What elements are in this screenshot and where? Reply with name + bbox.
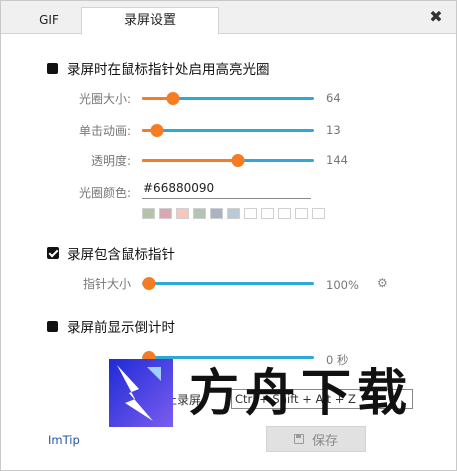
opacity-value: 144	[326, 153, 348, 167]
color-swatch[interactable]	[159, 208, 172, 219]
countdown-section-label: 录屏前显示倒计时	[67, 320, 175, 336]
highlight-toggle-indicator[interactable]	[47, 62, 58, 74]
color-swatch[interactable]	[193, 208, 206, 219]
close-icon[interactable]: ✖	[428, 9, 444, 25]
slider-thumb[interactable]	[142, 277, 156, 290]
countdown-toggle-indicator[interactable]	[47, 320, 58, 332]
color-swatches	[142, 208, 325, 219]
click-animation-value: 13	[326, 123, 341, 137]
color-swatch[interactable]	[142, 208, 155, 219]
slider-fill	[142, 159, 239, 162]
color-swatch[interactable]	[278, 208, 291, 219]
color-swatch[interactable]	[295, 208, 308, 219]
settings-window: GIF 录屏设置 ✖ 录屏时在鼠标指针处启用高亮光圈 光圈大小: 64 单击动画…	[0, 0, 457, 471]
halo-color-input[interactable]: #66880090	[142, 179, 311, 199]
halo-size-slider[interactable]	[142, 91, 314, 105]
color-swatch[interactable]	[227, 208, 240, 219]
save-button-label: 保存	[311, 433, 338, 449]
slider-track	[142, 129, 314, 132]
tab-bar: GIF 录屏设置 ✖	[1, 1, 456, 35]
slider-thumb[interactable]	[150, 124, 164, 137]
tab-record-settings[interactable]: 录屏设置	[81, 7, 219, 35]
click-animation-label: 单击动画:	[78, 124, 131, 138]
click-animation-slider[interactable]	[142, 123, 314, 137]
slider-thumb[interactable]	[166, 92, 180, 105]
cursor-size-slider[interactable]	[142, 276, 314, 290]
color-swatch[interactable]	[312, 208, 325, 219]
opacity-label: 透明度:	[90, 154, 131, 168]
halo-color-label: 光圈颜色:	[78, 186, 131, 200]
watermark-logo	[109, 359, 173, 427]
halo-size-label: 光圈大小:	[78, 92, 131, 106]
include-cursor-checkbox[interactable]	[47, 247, 59, 259]
color-swatch[interactable]	[261, 208, 274, 219]
slider-thumb[interactable]	[231, 154, 245, 167]
imtip-link[interactable]: ImTip	[48, 433, 80, 447]
watermark: 方舟下载	[109, 359, 429, 429]
cursor-size-label: 指针大小	[82, 277, 131, 291]
watermark-text: 方舟下载	[189, 364, 413, 422]
halo-size-value: 64	[326, 91, 341, 105]
highlight-toggle[interactable]: 录屏时在鼠标指针处启用高亮光圈	[47, 58, 270, 78]
slider-track	[142, 282, 314, 285]
color-swatch[interactable]	[244, 208, 257, 219]
save-button[interactable]: 保存	[266, 426, 366, 452]
highlight-section-label: 录屏时在鼠标指针处启用高亮光圈	[67, 62, 270, 78]
cursor-size-value: 100%	[326, 278, 359, 292]
include-cursor-toggle[interactable]: 录屏包含鼠标指针	[47, 243, 175, 263]
opacity-slider[interactable]	[142, 153, 314, 167]
tab-gif[interactable]: GIF	[23, 7, 75, 34]
color-swatch[interactable]	[210, 208, 223, 219]
save-icon	[293, 434, 304, 444]
gear-icon[interactable]: ⚙	[377, 277, 389, 289]
include-cursor-label: 录屏包含鼠标指针	[67, 247, 175, 263]
countdown-toggle[interactable]: 录屏前显示倒计时	[47, 316, 175, 336]
color-swatch[interactable]	[176, 208, 189, 219]
